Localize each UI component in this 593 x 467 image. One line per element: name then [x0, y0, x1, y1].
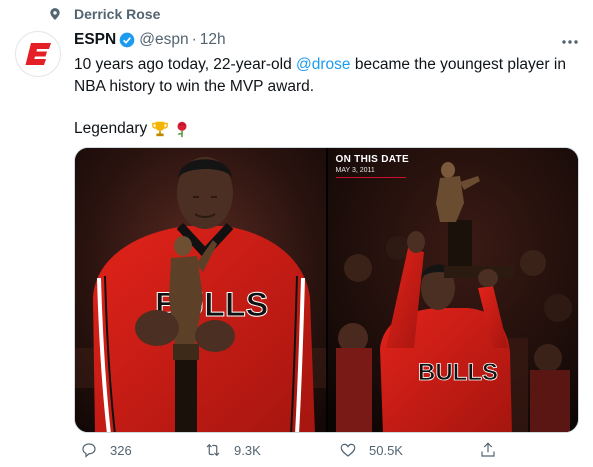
- retweet-count: 9.3K: [234, 442, 261, 458]
- verified-badge-icon: [119, 32, 135, 48]
- tweet-body: 10 years ago today, 22-year-old @drose b…: [74, 54, 574, 98]
- jersey-right-text: BULLS: [418, 359, 498, 386]
- overlay-date: MAY 3, 2011: [335, 167, 375, 174]
- social-context: Derrick Rose: [48, 6, 160, 22]
- reply-count: 326: [110, 442, 132, 458]
- overlay-divider: [335, 177, 406, 178]
- action-bar: 326 9.3K 50.5K: [74, 441, 574, 465]
- reply-button[interactable]: 326: [80, 441, 132, 459]
- tweet-text-before: 10 years ago today, 22-year-old: [74, 56, 297, 73]
- location-pin-icon: [50, 8, 60, 20]
- like-count: 50.5K: [369, 442, 403, 458]
- share-icon: [481, 442, 495, 457]
- avatar[interactable]: [15, 31, 61, 77]
- heart-icon: [340, 443, 356, 457]
- reply-icon: [82, 443, 96, 458]
- tweet-legendary: Legendary: [74, 120, 148, 137]
- author-handle[interactable]: @espn: [139, 31, 188, 49]
- like-button[interactable]: 50.5K: [339, 441, 403, 459]
- tweet-text: 10 years ago today, 22-year-old @drose b…: [74, 54, 574, 140]
- media-grid: BULLS BULLS ON THIS DATE MAY 3, 2011: [74, 147, 579, 433]
- tweet-second-line: Legendary: [74, 118, 191, 140]
- share-button[interactable]: [479, 441, 509, 459]
- overlay-title: ON THIS DATE: [335, 154, 409, 165]
- photo-left-image: BULLS: [75, 148, 326, 432]
- rose-emoji-icon: [177, 121, 187, 138]
- retweet-icon: [206, 443, 220, 457]
- timestamp[interactable]: 12h: [200, 31, 226, 49]
- photo-right[interactable]: BULLS ON THIS DATE MAY 3, 2011: [327, 148, 578, 432]
- photo-right-image: BULLS: [327, 148, 578, 432]
- retweet-button[interactable]: 9.3K: [204, 441, 261, 459]
- more-options-icon[interactable]: [560, 32, 580, 52]
- context-label[interactable]: Derrick Rose: [74, 6, 160, 22]
- author-name[interactable]: ESPN: [74, 31, 116, 49]
- separator-dot: ·: [191, 31, 197, 48]
- espn-logo-icon: [25, 43, 51, 65]
- trophy-emoji-icon: [152, 121, 169, 137]
- mention-link[interactable]: @drose: [296, 56, 351, 73]
- tweet-header: ESPN @espn · 12h: [74, 31, 226, 49]
- photo-left[interactable]: BULLS: [75, 148, 326, 432]
